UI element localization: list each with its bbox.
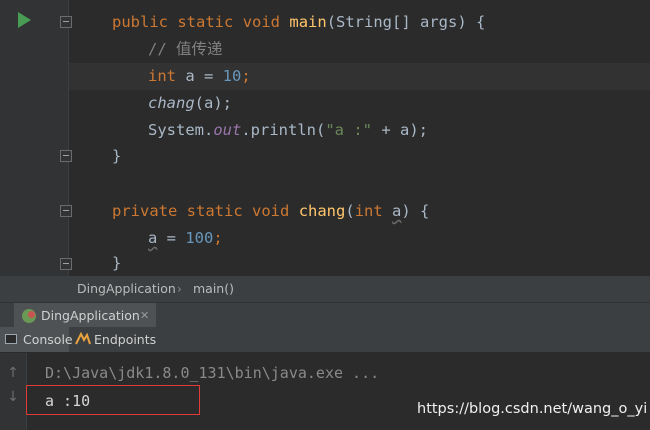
code-text: (	[345, 202, 355, 220]
code-text: (String[] args) {	[326, 13, 486, 31]
code-text: .println(	[241, 121, 326, 139]
code-text: System.	[148, 121, 214, 139]
fold-icon[interactable]	[60, 16, 72, 28]
keyword: static	[177, 13, 234, 31]
close-icon[interactable]: ✕	[140, 303, 149, 328]
code-editor[interactable]: public static void main(String[] args) {…	[0, 0, 650, 276]
code-line-main-signature[interactable]: public static void main(String[] args) {	[112, 9, 485, 36]
console-toolbar: ↑ ↓	[0, 353, 27, 430]
editor-gutter	[0, 0, 68, 276]
code-line-closing-brace[interactable]: }	[112, 250, 121, 277]
tab-endpoints-label: Endpoints	[94, 332, 157, 347]
up-arrow-icon[interactable]: ↑	[0, 365, 26, 381]
run-tab-label: DingApplication	[41, 308, 140, 323]
keyword: void	[242, 13, 281, 31]
code-line-closing-brace[interactable]: }	[112, 143, 121, 170]
down-arrow-icon[interactable]: ↓	[0, 389, 26, 405]
code-text: (a);	[194, 94, 232, 112]
fold-icon[interactable]	[60, 205, 72, 217]
console-output[interactable]: ↑ ↓ D:\Java\jdk1.8.0_131\bin\java.exe ..…	[0, 353, 650, 430]
code-line-declaration[interactable]: int a = 10;	[148, 63, 251, 90]
endpoints-icon	[75, 332, 91, 345]
tab-endpoints[interactable]: Endpoints	[71, 327, 156, 352]
run-icon[interactable]	[18, 12, 31, 28]
breadcrumb-class[interactable]: DingApplication	[77, 276, 176, 302]
keyword: void	[252, 202, 290, 220]
tab-console[interactable]: Console	[0, 327, 73, 352]
method-call: chang	[148, 94, 195, 112]
gutter-divider	[68, 0, 69, 276]
method-name: main	[289, 13, 327, 31]
breadcrumb-method[interactable]: main()	[193, 276, 234, 302]
code-line-println[interactable]: System.out.println("a :" + a);	[148, 117, 428, 144]
code-line-call[interactable]: chang(a);	[148, 90, 232, 117]
method-name: chang	[298, 202, 346, 220]
keyword: static	[186, 202, 243, 220]
static-field: out	[213, 121, 242, 139]
code-line-assignment[interactable]: a = 100;	[148, 225, 223, 252]
console-command-line: D:\Java\jdk1.8.0_131\bin\java.exe ...	[45, 364, 380, 382]
run-tab-dingapplication[interactable]: DingApplication ✕	[14, 303, 156, 328]
output-highlight-box	[26, 385, 200, 415]
code-line-comment[interactable]: // 值传递	[148, 36, 223, 63]
semicolon: ;	[241, 67, 251, 85]
fold-icon[interactable]	[60, 258, 72, 270]
tab-console-label: Console	[23, 332, 73, 347]
string-literal: "a :"	[325, 121, 372, 139]
breadcrumb: DingApplication › main()	[0, 276, 650, 302]
code-text: + a);	[372, 121, 428, 139]
keyword: private	[112, 202, 178, 220]
code-text: =	[157, 229, 186, 247]
semicolon: ;	[213, 229, 223, 247]
code-line-chang-signature[interactable]: private static void chang(int a) {	[112, 198, 429, 225]
console-icon	[5, 334, 17, 344]
number-literal: 100	[185, 229, 214, 247]
parameter-name: a	[148, 229, 158, 247]
spring-boot-icon	[22, 309, 36, 323]
keyword: public	[112, 13, 168, 31]
console-tool-tabs: Console Endpoints	[0, 327, 650, 353]
parameter-name: a	[392, 202, 402, 220]
fold-icon[interactable]	[60, 150, 72, 162]
run-tool-window-tabs: DingApplication ✕	[0, 302, 650, 328]
code-text: a =	[176, 67, 223, 85]
breadcrumb-separator: ›	[177, 282, 182, 296]
number-literal: 10	[222, 67, 242, 85]
keyword: int	[354, 202, 383, 220]
watermark: https://blog.csdn.net/wang_o_yi	[417, 401, 648, 417]
keyword: int	[148, 67, 176, 85]
code-text: ) {	[401, 202, 430, 220]
